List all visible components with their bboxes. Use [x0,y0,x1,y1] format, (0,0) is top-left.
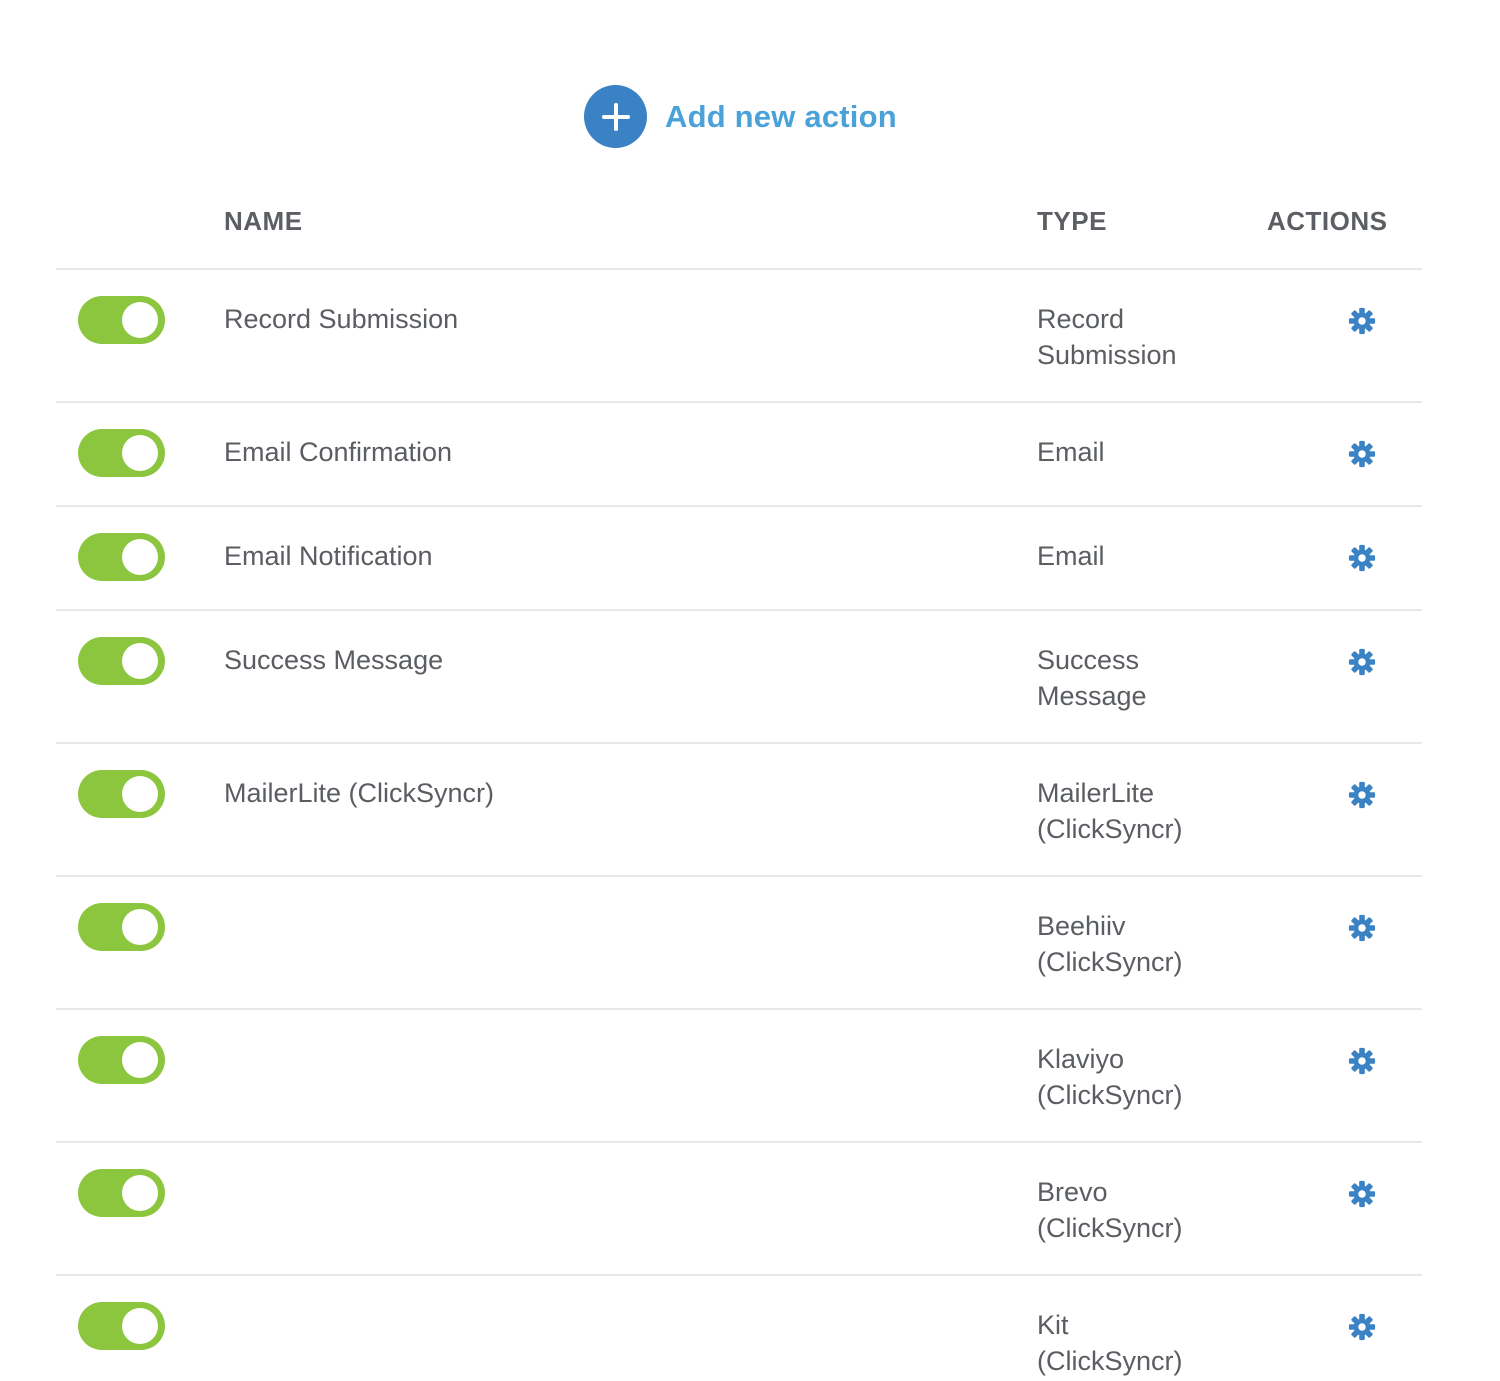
enable-toggle[interactable] [78,296,165,344]
enable-toggle[interactable] [78,1302,165,1350]
gear-icon[interactable] [1348,1047,1376,1075]
action-type-line: Beehiiv [1037,911,1126,941]
table-row: Email Notification Email [56,507,1422,611]
enable-toggle[interactable] [78,533,165,581]
enable-toggle[interactable] [78,770,165,818]
toggle-knob [122,776,158,812]
toggle-knob [122,909,158,945]
add-new-action-label[interactable]: Add new action [665,99,897,135]
toggle-knob [122,1042,158,1078]
toggle-knob [122,1175,158,1211]
table-header: NAME TYPE ACTIONS [56,180,1422,270]
action-type-line: MailerLite [1037,778,1155,808]
gear-icon[interactable] [1348,1313,1376,1341]
table-row: Success Message Success Message [56,611,1422,744]
gear-icon[interactable] [1348,307,1376,335]
toggle-knob [122,539,158,575]
toggle-knob [122,302,158,338]
action-type: Brevo (ClickSyncr) [1037,1174,1237,1246]
action-type-line: (ClickSyncr) [1037,1346,1183,1376]
action-type-line: Klaviyo [1037,1044,1125,1074]
plus-circle-icon[interactable] [584,85,647,148]
column-header-actions: ACTIONS [1267,206,1388,236]
action-name: Email Notification [224,541,433,571]
enable-toggle[interactable] [78,903,165,951]
gear-icon[interactable] [1348,781,1376,809]
action-type: Email [1037,538,1237,574]
table-row: Record Submission Record Submission [56,270,1422,403]
action-type-line: Submission [1037,340,1177,370]
actions-table: NAME TYPE ACTIONS Record Submission Recor… [56,180,1422,1381]
action-type-line: Message [1037,681,1147,711]
gear-icon[interactable] [1348,544,1376,572]
table-row: MailerLite (ClickSyncr) MailerLite (ClickS… [56,744,1422,877]
gear-icon[interactable] [1348,648,1376,676]
action-type-line: (ClickSyncr) [1037,814,1183,844]
gear-icon[interactable] [1348,914,1376,942]
action-type-line: (ClickSyncr) [1037,947,1183,977]
action-type-line: Email [1037,541,1105,571]
action-type-line: Kit [1037,1310,1069,1340]
action-type: Email [1037,434,1237,470]
action-type: Kit (ClickSyncr) [1037,1307,1237,1379]
column-header-type: TYPE [1037,206,1107,236]
add-new-action-button[interactable]: Add new action [584,85,897,148]
action-type: Record Submission [1037,301,1237,373]
action-type-line: (ClickSyncr) [1037,1080,1183,1110]
toggle-knob [122,1308,158,1344]
table-row: Klaviyo (ClickSyncr) [56,1010,1422,1143]
action-name: MailerLite (ClickSyncr) [224,778,495,808]
toggle-knob [122,435,158,471]
actions-page: Add new action NAME TYPE ACTIONS Record … [0,0,1500,1381]
table-row: Email Confirmation Email [56,403,1422,507]
action-type: Success Message [1037,642,1237,714]
action-name: Email Confirmation [224,437,453,467]
action-type-line: Email [1037,437,1105,467]
column-header-name: NAME [224,206,303,236]
gear-icon[interactable] [1348,1180,1376,1208]
enable-toggle[interactable] [78,1169,165,1217]
action-type-line: Record [1037,304,1125,334]
enable-toggle[interactable] [78,429,165,477]
action-type: Klaviyo (ClickSyncr) [1037,1041,1237,1113]
enable-toggle[interactable] [78,637,165,685]
action-type: Beehiiv (ClickSyncr) [1037,908,1237,980]
table-body: Record Submission Record Submission Email C… [56,270,1422,1381]
action-name: Record Submission [224,304,459,334]
toggle-knob [122,643,158,679]
action-type-line: Success [1037,645,1140,675]
action-type-line: (ClickSyncr) [1037,1213,1183,1243]
table-row: Beehiiv (ClickSyncr) [56,877,1422,1010]
action-name: Success Message [224,645,444,675]
table-row: Kit (ClickSyncr) [56,1276,1422,1381]
gear-icon[interactable] [1348,440,1376,468]
enable-toggle[interactable] [78,1036,165,1084]
action-type-line: Brevo [1037,1177,1108,1207]
table-row: Brevo (ClickSyncr) [56,1143,1422,1276]
action-type: MailerLite (ClickSyncr) [1037,775,1237,847]
